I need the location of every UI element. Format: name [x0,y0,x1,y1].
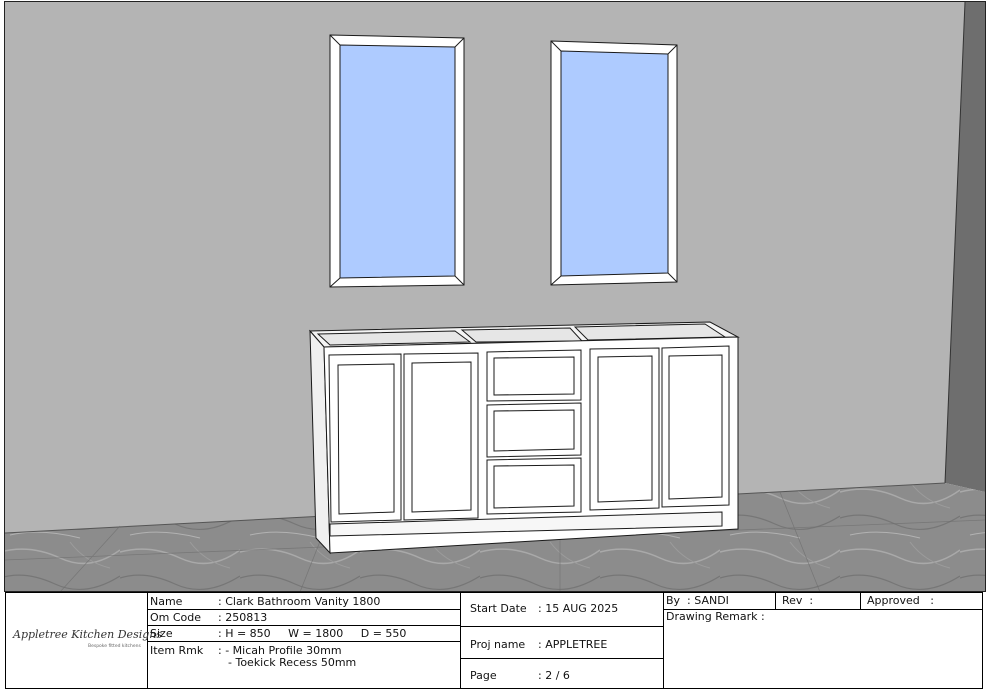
page-value: : 2 / 6 [538,669,570,682]
om-code-label: Om Code [150,611,202,624]
title-block: Appletree Kitchen Designs Bespoke fitted… [5,592,983,689]
project-name-value: : APPLETREE [538,638,608,651]
drawn-by: By : SANDI [666,594,729,607]
drawing-sheet: Appletree Kitchen Designs Bespoke fitted… [0,0,987,695]
item-remark-line2: - Toekick Recess 50mm [228,656,357,669]
project-name-label: Proj name [470,638,526,651]
name-value: : Clark Bathroom Vanity 1800 [218,595,381,608]
3d-render-viewport [4,1,986,592]
mirror-right [550,40,678,286]
page-label: Page [470,669,497,682]
approved: Approved : [867,594,934,607]
company-tagline: Bespoke fitted kitchens [88,644,141,649]
size-value: : H = 850 W = 1800 D = 550 [218,627,407,640]
om-code-value: : 250813 [218,611,268,624]
size-label: Size [150,627,173,640]
start-date-label: Start Date [470,602,527,615]
company-logo: Appletree Kitchen Designs [13,628,163,641]
name-label: Name [150,595,183,608]
vanity-cabinet [308,321,740,555]
item-remark-label: Item Rmk [150,644,204,657]
drawing-remark: Drawing Remark : [666,610,765,623]
revision: Rev : [782,594,814,607]
mirror-left [329,34,465,288]
start-date-value: : 15 AUG 2025 [538,602,619,615]
